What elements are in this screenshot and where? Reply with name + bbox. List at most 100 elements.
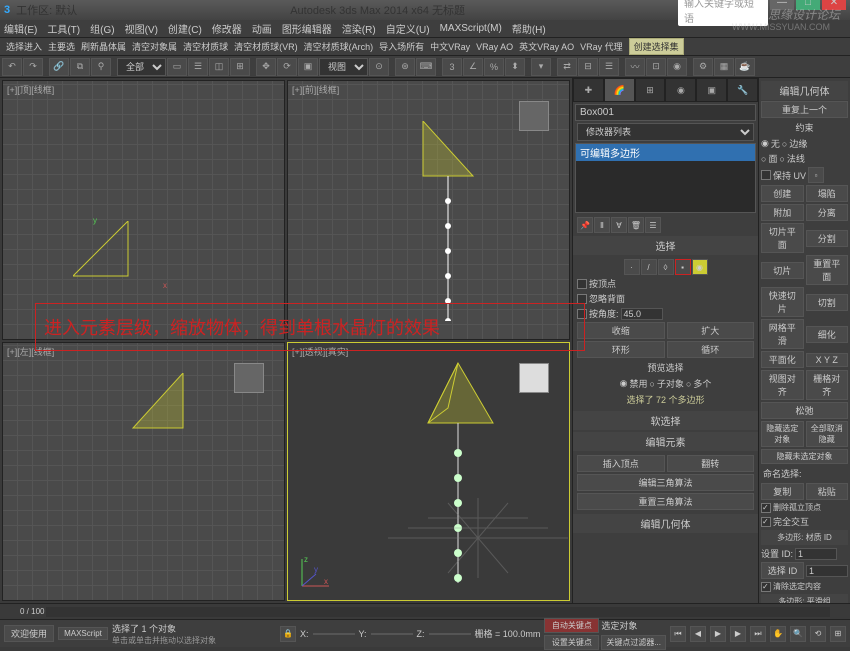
spinner-snap-button[interactable]: ⬍ — [505, 58, 525, 76]
menu-help[interactable]: 帮助(H) — [512, 21, 546, 36]
object-name-field[interactable]: Box001 — [575, 104, 756, 121]
setid-spinner[interactable]: 1 — [795, 548, 837, 560]
align-button[interactable]: ⊟ — [578, 58, 598, 76]
selection-rollout-header[interactable]: 选择 — [573, 236, 758, 255]
z-coord[interactable] — [429, 633, 471, 635]
insert-vertex-button[interactable]: 插入顶点 — [577, 455, 665, 472]
split-button[interactable]: 分割 — [806, 230, 849, 247]
script-btn[interactable]: 主要选 — [48, 40, 75, 53]
preview-multi[interactable]: 多个 — [693, 377, 711, 390]
slice-plane-button[interactable]: 切片平面 — [761, 223, 804, 253]
curve-editor-button[interactable]: 〰 — [625, 58, 645, 76]
select-rect-button[interactable]: ◫ — [209, 58, 229, 76]
render-frame-button[interactable]: ▦ — [714, 58, 734, 76]
create-selset-button[interactable]: 创建选择集 — [629, 38, 684, 55]
detach-button[interactable]: 分离 — [806, 204, 849, 221]
menu-graph[interactable]: 图形编辑器 — [282, 21, 332, 36]
tab-modify[interactable]: 🌈 — [604, 78, 635, 102]
grid-align-button[interactable]: 栅格对齐 — [806, 370, 849, 400]
viewport-left[interactable]: [+][左][线框] — [2, 342, 285, 602]
cut-button[interactable]: 切割 — [806, 294, 849, 311]
bind-button[interactable]: ⚲ — [91, 58, 111, 76]
menu-anim[interactable]: 动画 — [252, 21, 272, 36]
autokey-button[interactable]: 自动关键点 — [544, 618, 599, 633]
render-button[interactable]: ☕ — [735, 58, 755, 76]
menu-modifiers[interactable]: 修改器 — [212, 21, 242, 36]
by-vertex-check[interactable] — [577, 279, 587, 289]
pan-icon[interactable]: ✋ — [770, 626, 786, 642]
viewport-front[interactable]: [+][前][线框] — [287, 80, 570, 340]
tab-util[interactable]: 🔧 — [727, 78, 758, 102]
undo-button[interactable]: ↶ — [2, 58, 22, 76]
unlink-button[interactable]: ⧉ — [70, 58, 90, 76]
script-btn[interactable]: 清空材质球(VR) — [234, 40, 298, 53]
relax-button[interactable]: 松弛 — [761, 402, 848, 419]
view-align-button[interactable]: 视图对齐 — [761, 370, 804, 400]
redo-button[interactable]: ↷ — [23, 58, 43, 76]
viewcube[interactable] — [234, 363, 264, 393]
rotate-button[interactable]: ⟳ — [277, 58, 297, 76]
loop-button[interactable]: 循环 — [667, 341, 755, 358]
hide-sel-button[interactable]: 隐藏选定对象 — [761, 421, 804, 447]
selection-filter[interactable]: 全部 — [117, 58, 166, 76]
subobj-polygon-icon[interactable]: ▪ — [675, 259, 691, 275]
script-btn[interactable]: 选择进入 — [6, 40, 42, 53]
play-icon[interactable]: ▶ — [710, 626, 726, 642]
menu-tools[interactable]: 工具(T) — [47, 21, 80, 36]
script-btn[interactable]: VRay 代理 — [580, 40, 623, 53]
orbit-icon[interactable]: ⟲ — [810, 626, 826, 642]
play-end-icon[interactable]: ⏭ — [750, 626, 766, 642]
edit-geo-rollout-header[interactable]: 编辑几何体 — [573, 514, 758, 533]
preview-disable[interactable]: 禁用 — [629, 377, 647, 390]
angle-snap-button[interactable]: ∠ — [463, 58, 483, 76]
quick-slice-button[interactable]: 快速切片 — [761, 287, 804, 317]
x-coord[interactable] — [313, 633, 355, 635]
script-btn[interactable]: 刷新晶体属 — [81, 40, 126, 53]
viewport-perspective[interactable]: [+][透视][真实] z x y — [287, 342, 570, 602]
snap-button[interactable]: 3 — [442, 58, 462, 76]
config-icon[interactable]: ☰ — [645, 217, 661, 233]
xyz-button[interactable]: X Y Z — [806, 353, 849, 367]
constraint-none[interactable]: 无 — [771, 137, 780, 150]
y-coord[interactable] — [371, 633, 413, 635]
repeat-last-button[interactable]: 重复上一个 — [761, 101, 848, 118]
smoothgrp-header[interactable]: 多边形: 平滑组 — [761, 594, 848, 603]
attach-button[interactable]: 附加 — [761, 204, 804, 221]
keymode-button[interactable]: ⌨ — [416, 58, 436, 76]
select-button[interactable]: ▭ — [167, 58, 187, 76]
menu-view[interactable]: 视图(V) — [125, 21, 158, 36]
ref-coord[interactable]: 视图 — [319, 58, 368, 76]
show-end-icon[interactable]: Ⅱ — [594, 217, 610, 233]
selid-button[interactable]: 选择 ID — [761, 562, 804, 579]
viewcube[interactable] — [519, 101, 549, 131]
script-btn[interactable]: 清空对象属 — [132, 40, 177, 53]
viewport-label[interactable]: [+][前][线框] — [292, 83, 339, 96]
modifier-item[interactable]: 可编辑多边形 — [576, 144, 755, 161]
collapse-button[interactable]: 塌陷 — [806, 185, 849, 202]
hide-unsel-button[interactable]: 隐藏未选定对象 — [761, 449, 848, 464]
script-btn[interactable]: 英文VRay AO — [519, 40, 574, 53]
edit-tri-button[interactable]: 编辑三角算法 — [577, 474, 754, 491]
softsel-rollout-header[interactable]: 软选择 — [573, 411, 758, 430]
modifier-stack[interactable]: 可编辑多边形 — [575, 143, 756, 213]
time-slider[interactable] — [46, 607, 830, 617]
msmooth-button[interactable]: 网格平滑 — [761, 319, 804, 349]
play-next-icon[interactable]: ▶ — [730, 626, 746, 642]
constraint-normal[interactable]: 法线 — [787, 152, 805, 165]
tab-hierarchy[interactable]: ⊞ — [635, 78, 666, 102]
selid-spinner[interactable]: 1 — [806, 565, 848, 577]
slice-button[interactable]: 切片 — [761, 262, 804, 279]
lock-icon[interactable]: 🔒 — [280, 626, 296, 642]
zoom-icon[interactable]: 🔍 — [790, 626, 806, 642]
play-prev-icon[interactable]: ◀ — [690, 626, 706, 642]
planar-button[interactable]: 平面化 — [761, 351, 804, 368]
matid-header[interactable]: 多边形: 材质 ID — [761, 530, 848, 545]
script-btn[interactable]: 清空材质球(Arch) — [304, 40, 374, 53]
pivot-button[interactable]: ⊙ — [369, 58, 389, 76]
maximize-vp-icon[interactable]: ⊞ — [830, 626, 846, 642]
constraint-edge[interactable]: 边缘 — [789, 137, 807, 150]
script-btn[interactable]: 清空材质球 — [183, 40, 228, 53]
move-button[interactable]: ✥ — [256, 58, 276, 76]
play-start-icon[interactable]: ⏮ — [670, 626, 686, 642]
create-button[interactable]: 创建 — [761, 185, 804, 202]
